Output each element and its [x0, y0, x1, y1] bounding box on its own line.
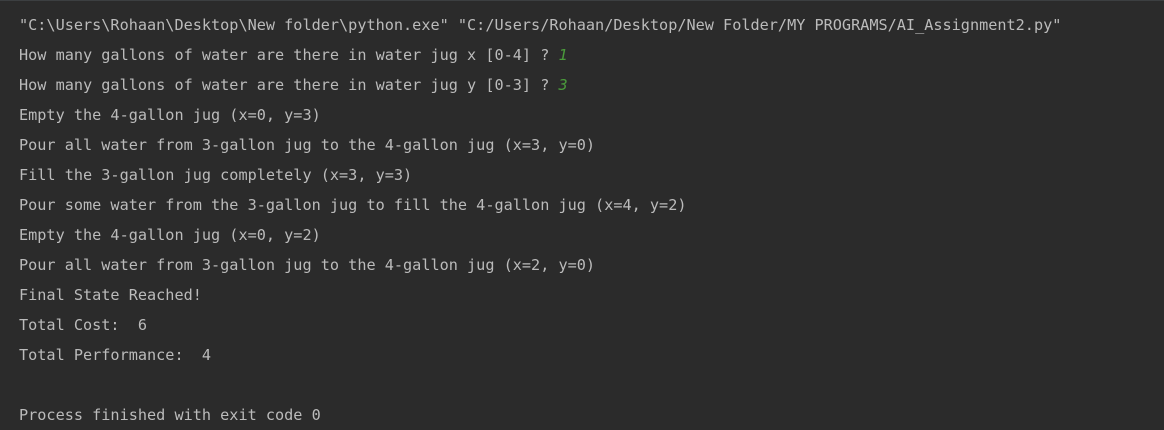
- step-line: Pour all water from 3-gallon jug to the …: [19, 136, 596, 154]
- step-line: Empty the 4-gallon jug (x=0, y=2): [19, 226, 321, 244]
- user-input-y: 3: [558, 76, 568, 94]
- exit-message-line: Process finished with exit code 0: [19, 406, 321, 424]
- step-line: Pour some water from the 3-gallon jug to…: [19, 196, 687, 214]
- prompt-text-y: How many gallons of water are there in w…: [19, 76, 559, 94]
- prompt-text-x: How many gallons of water are there in w…: [19, 46, 559, 64]
- prompt-line-y: How many gallons of water are there in w…: [19, 70, 1164, 100]
- run-console-output[interactable]: "C:\Users\Rohaan\Desktop\New folder\pyth…: [0, 0, 1164, 424]
- step-line: Pour all water from 3-gallon jug to the …: [19, 256, 596, 274]
- command-line: "C:\Users\Rohaan\Desktop\New folder\pyth…: [19, 16, 1062, 34]
- user-input-x: 1: [558, 46, 568, 64]
- step-line: Fill the 3-gallon jug completely (x=3, y…: [19, 166, 413, 184]
- prompt-line-x: How many gallons of water are there in w…: [19, 40, 1164, 70]
- total-cost-line: Total Cost: 6: [19, 316, 148, 334]
- console-lines: "C:\Users\Rohaan\Desktop\New folder\pyth…: [19, 10, 1164, 430]
- total-performance-line: Total Performance: 4: [19, 346, 212, 364]
- final-state-line: Final State Reached!: [19, 286, 202, 304]
- step-line: Empty the 4-gallon jug (x=0, y=3): [19, 106, 321, 124]
